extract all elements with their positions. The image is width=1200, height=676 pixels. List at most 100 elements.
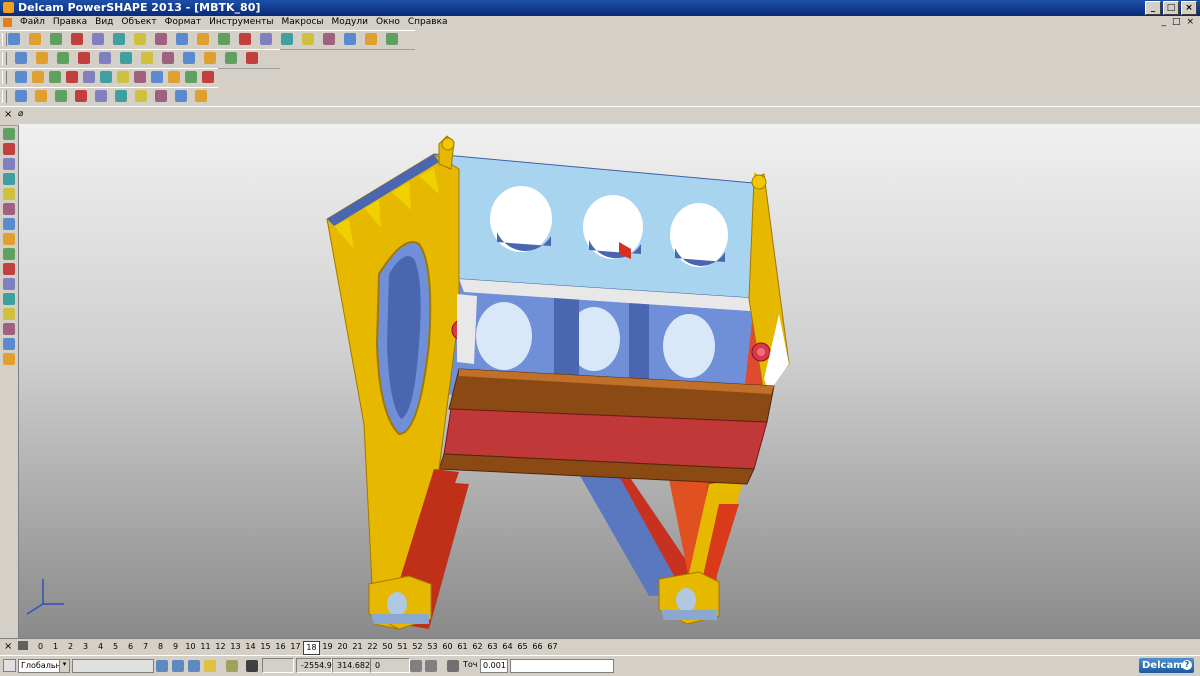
mdi-minimize-button[interactable]: _ <box>1161 16 1166 29</box>
level-62[interactable]: 62 <box>470 641 485 655</box>
model-icon[interactable] <box>35 90 47 102</box>
shell-icon[interactable] <box>3 323 15 335</box>
menu-format[interactable]: Формат <box>161 16 206 29</box>
workplane-select[interactable]: Глобальна <box>18 659 66 673</box>
solid-icon[interactable] <box>3 308 15 320</box>
arc-icon[interactable] <box>260 33 272 45</box>
boolean-icon[interactable] <box>117 71 129 83</box>
box2-icon[interactable] <box>3 173 15 185</box>
menu-help[interactable]: Справка <box>404 16 452 29</box>
section-icon[interactable] <box>155 90 167 102</box>
grid-icon[interactable] <box>246 660 258 672</box>
mdi-restore-button[interactable]: □ <box>1172 16 1181 29</box>
level-8[interactable]: 8 <box>153 641 168 655</box>
close-button[interactable]: × <box>1181 1 1197 15</box>
menu-file[interactable]: Файл <box>16 16 49 29</box>
level-19[interactable]: 19 <box>320 641 335 655</box>
select-icon[interactable] <box>218 33 230 45</box>
menu-modules[interactable]: Модули <box>328 16 372 29</box>
plane-icon[interactable] <box>3 293 15 305</box>
level-9[interactable]: 9 <box>168 641 183 655</box>
document-icon[interactable] <box>3 18 12 27</box>
close-levelbar-icon[interactable]: × <box>4 641 12 652</box>
annotation-icon[interactable] <box>195 90 207 102</box>
level-13[interactable]: 13 <box>228 641 243 655</box>
undo-icon[interactable] <box>176 33 188 45</box>
copy-icon[interactable] <box>113 33 125 45</box>
level-0[interactable]: 0 <box>33 641 48 655</box>
snap-icon-2[interactable] <box>172 660 184 672</box>
level-63[interactable]: 63 <box>485 641 500 655</box>
calc-icon-2[interactable] <box>425 660 437 672</box>
level-50[interactable]: 50 <box>380 641 395 655</box>
fillet-icon[interactable] <box>3 338 15 350</box>
workplane-dropdown-icon[interactable]: ▾ <box>59 659 70 673</box>
extrude-icon[interactable] <box>3 263 15 275</box>
level-10[interactable]: 10 <box>183 641 198 655</box>
extrude-icon[interactable] <box>83 71 95 83</box>
level-16[interactable]: 16 <box>273 641 288 655</box>
level-14[interactable]: 14 <box>243 641 258 655</box>
select-arrow-icon[interactable] <box>3 128 15 140</box>
open-icon[interactable] <box>29 33 41 45</box>
tolerance-icon[interactable] <box>447 660 459 672</box>
zoom-icon[interactable] <box>78 52 90 64</box>
render-icon[interactable] <box>225 52 237 64</box>
snap-icon-4[interactable] <box>204 660 216 672</box>
level-22[interactable]: 22 <box>365 641 380 655</box>
zoom-in-icon[interactable] <box>99 52 111 64</box>
menu-view[interactable]: Вид <box>91 16 117 29</box>
solid-icon[interactable] <box>344 33 356 45</box>
level-6[interactable]: 6 <box>123 641 138 655</box>
solid-box-icon[interactable] <box>15 71 27 83</box>
level-53[interactable]: 53 <box>425 641 440 655</box>
level-5[interactable]: 5 <box>108 641 123 655</box>
shade-icon[interactable] <box>183 52 195 64</box>
calc-icon-1[interactable] <box>410 660 422 672</box>
revolve-icon[interactable] <box>3 278 15 290</box>
menu-window[interactable]: Окно <box>372 16 404 29</box>
level-64[interactable]: 64 <box>500 641 515 655</box>
level-52[interactable]: 52 <box>410 641 425 655</box>
view-front-icon[interactable] <box>36 52 48 64</box>
level-4[interactable]: 4 <box>93 641 108 655</box>
solid-cone-icon[interactable] <box>66 71 78 83</box>
component-icon[interactable] <box>75 90 87 102</box>
pan-icon[interactable] <box>141 52 153 64</box>
box3-icon[interactable] <box>3 188 15 200</box>
dimension-icon[interactable] <box>175 90 187 102</box>
detail-icon[interactable] <box>135 90 147 102</box>
view-top-icon[interactable] <box>15 52 27 64</box>
measure-icon[interactable] <box>246 52 258 64</box>
layer-icon[interactable] <box>15 90 27 102</box>
menu-tools[interactable]: Инструменты <box>205 16 277 29</box>
level-2[interactable]: 2 <box>63 641 78 655</box>
save-icon[interactable] <box>50 33 62 45</box>
level-7[interactable]: 7 <box>138 641 153 655</box>
level-66[interactable]: 66 <box>530 641 545 655</box>
curve-icon[interactable] <box>302 33 314 45</box>
level-61[interactable]: 61 <box>455 641 470 655</box>
level-12[interactable]: 12 <box>213 641 228 655</box>
chamfer-icon[interactable] <box>151 71 163 83</box>
solid-sphere-icon[interactable] <box>49 71 61 83</box>
menu-object[interactable]: Объект <box>117 16 160 29</box>
wireframe-icon[interactable] <box>386 33 398 45</box>
line-icon[interactable] <box>239 33 251 45</box>
view-iso-icon[interactable] <box>57 52 69 64</box>
mesh-icon[interactable] <box>365 33 377 45</box>
circle-icon[interactable] <box>281 33 293 45</box>
pin-icon[interactable]: ⌀ <box>18 109 23 119</box>
command-input[interactable] <box>510 659 614 673</box>
level-15[interactable]: 15 <box>258 641 273 655</box>
sheet-icon[interactable] <box>115 90 127 102</box>
level-65[interactable]: 65 <box>515 641 530 655</box>
shell-icon[interactable] <box>168 71 180 83</box>
snap-icon-3[interactable] <box>188 660 200 672</box>
level-20[interactable]: 20 <box>335 641 350 655</box>
solid-cyl-icon[interactable] <box>32 71 44 83</box>
level-17[interactable]: 17 <box>288 641 303 655</box>
surface-icon[interactable] <box>323 33 335 45</box>
view-icon[interactable] <box>3 143 15 155</box>
level-51[interactable]: 51 <box>395 641 410 655</box>
